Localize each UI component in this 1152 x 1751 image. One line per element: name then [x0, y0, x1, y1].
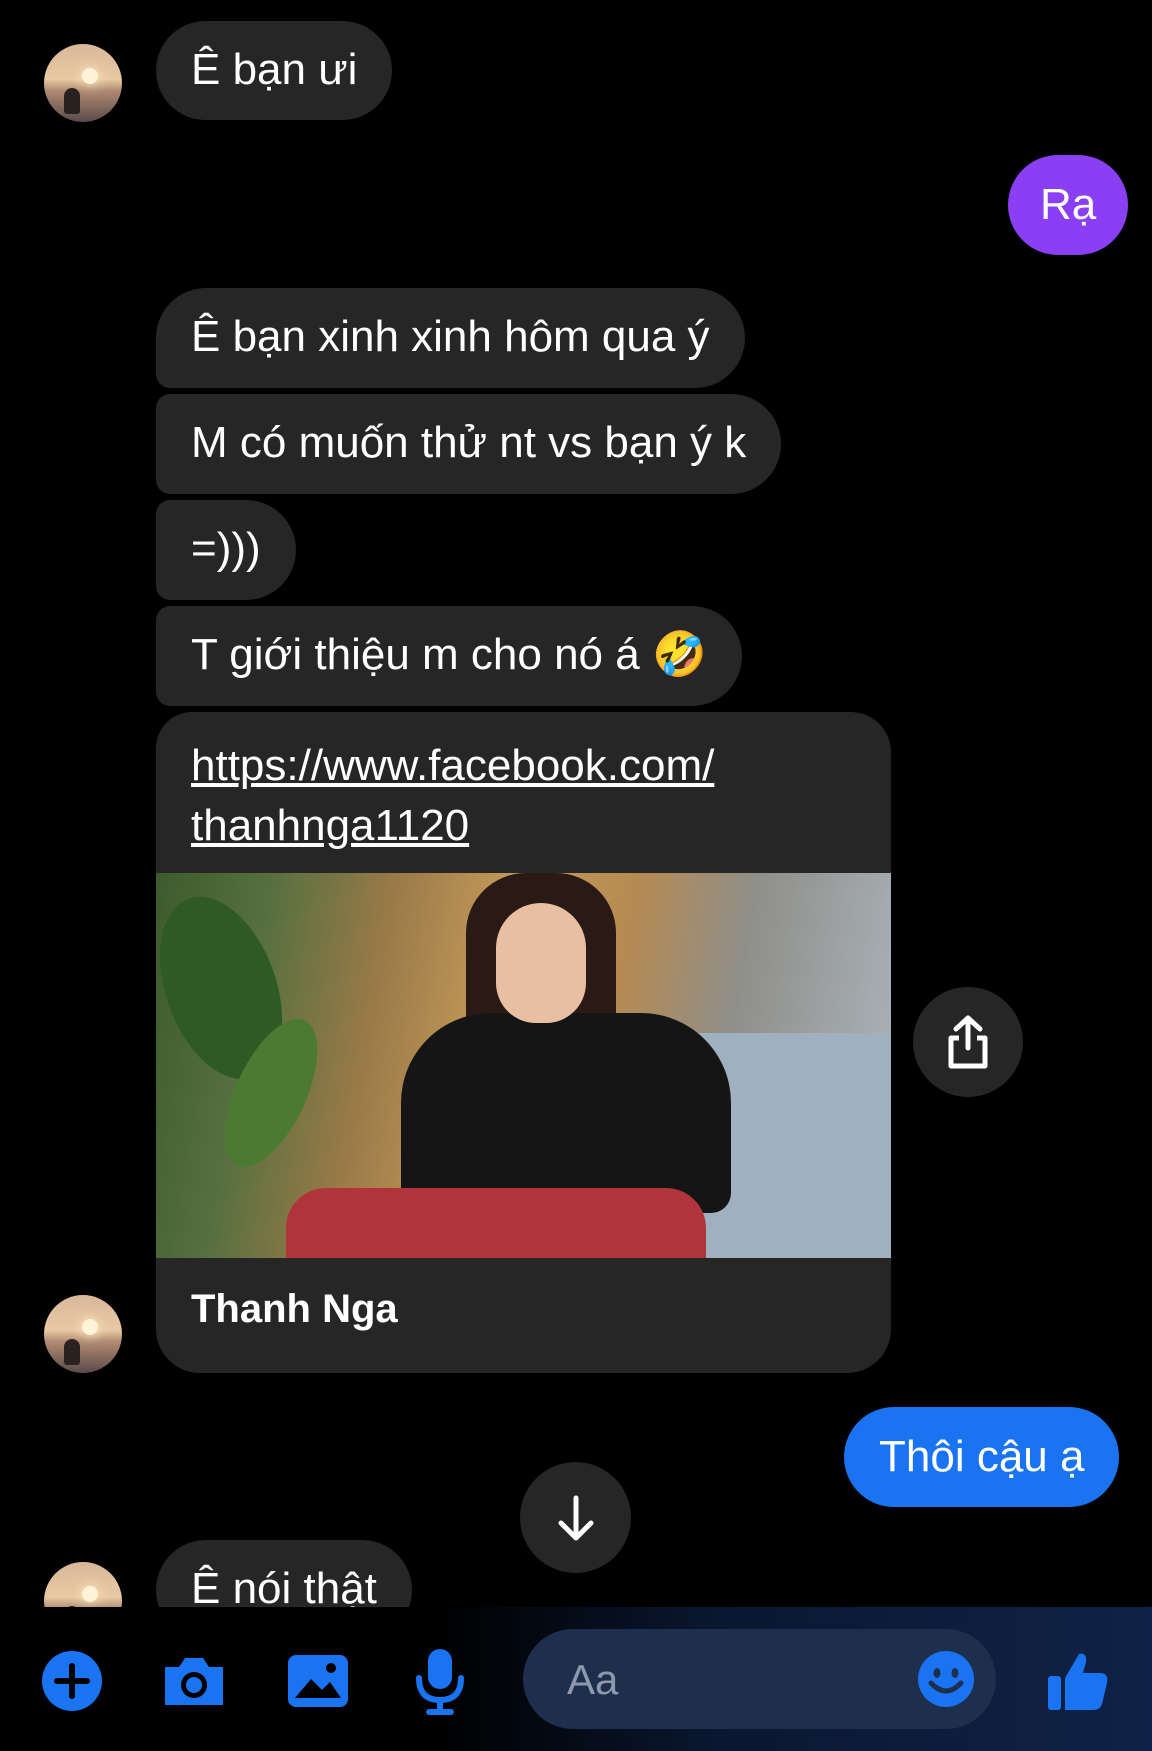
link-preview-card[interactable]: https://www.facebook.com/ thanhnga1120 T…	[156, 712, 891, 1373]
contact-avatar[interactable]	[44, 1295, 122, 1373]
message-composer[interactable]	[523, 1629, 996, 1731]
smiley-icon	[918, 1651, 974, 1707]
received-message[interactable]: M có muốn thử nt vs bạn ý k	[156, 394, 782, 494]
message-text: T giới thiệu m cho nó á 🤣	[191, 630, 707, 679]
received-message[interactable]: T giới thiệu m cho nó á 🤣	[156, 606, 742, 706]
message-text: Rạ	[1040, 180, 1097, 229]
add-button[interactable]	[36, 1645, 108, 1717]
image-icon	[288, 1655, 348, 1707]
plus-circle-icon	[42, 1651, 102, 1711]
arrow-down-icon	[558, 1495, 593, 1540]
link-url-line2: thanhnga1120	[191, 801, 470, 850]
share-button[interactable]	[913, 987, 1023, 1097]
received-message[interactable]: =)))	[156, 500, 296, 600]
emoji-button[interactable]	[916, 1649, 976, 1709]
received-message[interactable]: Ê bạn xinh xinh hôm qua ý	[156, 288, 745, 388]
link-url-line1: https://www.facebook.com/	[191, 741, 715, 790]
link-preview-title: Thanh Nga	[191, 1287, 398, 1331]
composer-toolbar	[0, 1607, 1152, 1751]
scroll-to-bottom-button[interactable]	[520, 1462, 631, 1573]
sent-message[interactable]: Rạ	[1008, 155, 1129, 255]
message-text: =)))	[191, 524, 261, 573]
received-message[interactable]: Ê bạn ưi	[156, 21, 393, 120]
message-text: Thôi cậu ạ	[879, 1432, 1085, 1481]
message-text: Ê bạn ưi	[191, 45, 358, 94]
link-url[interactable]: https://www.facebook.com/ thanhnga1120	[191, 736, 714, 856]
message-text: Ê bạn xinh xinh hôm qua ý	[191, 312, 710, 361]
share-icon	[948, 1015, 988, 1069]
message-text: Ê nói thật	[191, 1564, 377, 1613]
voice-button[interactable]	[404, 1645, 476, 1717]
camera-button[interactable]	[158, 1645, 230, 1717]
like-button[interactable]	[1042, 1645, 1114, 1717]
message-text: M có muốn thử nt vs bạn ý k	[191, 418, 747, 467]
contact-avatar[interactable]	[44, 44, 122, 122]
message-input[interactable]	[565, 1629, 899, 1731]
sent-message[interactable]: Thôi cậu ạ	[844, 1407, 1120, 1507]
microphone-icon	[416, 1649, 464, 1715]
gallery-button[interactable]	[282, 1645, 354, 1717]
thumbs-up-icon	[1048, 1653, 1108, 1710]
camera-icon	[165, 1658, 223, 1705]
link-preview-image[interactable]	[156, 873, 891, 1258]
